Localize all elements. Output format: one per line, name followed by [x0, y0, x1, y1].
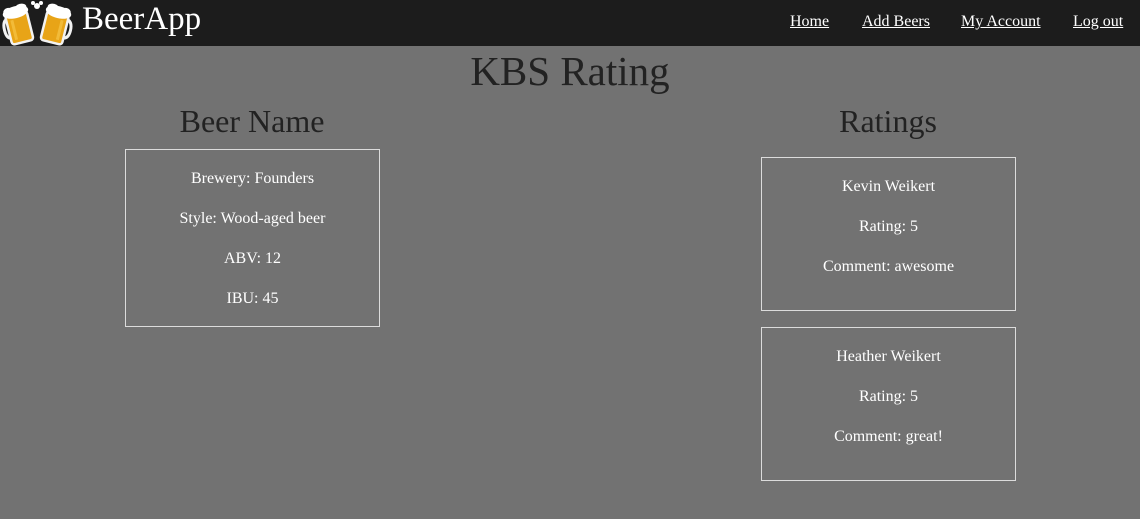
brand-name[interactable]: BeerApp: [82, 0, 201, 38]
beer-details-card: Brewery: Founders Style: Wood-aged beer …: [125, 149, 380, 327]
rating-card: Heather Weikert Rating: 5 Comment: great…: [761, 327, 1016, 481]
nav-link-add-beers[interactable]: Add Beers: [862, 13, 930, 31]
ibu-text: IBU: 45: [226, 290, 279, 307]
beer-name-heading: Beer Name: [179, 103, 325, 139]
rating-comment: Comment: awesome: [822, 258, 955, 275]
nav-link-home[interactable]: Home: [790, 13, 829, 31]
rating-score: Rating: 5: [858, 218, 919, 235]
nav-link-my-account[interactable]: My Account: [961, 13, 1041, 31]
rating-user: Heather Weikert: [836, 348, 941, 365]
ratings-heading: Ratings: [839, 103, 937, 139]
beer-mugs-icon[interactable]: [2, 0, 74, 46]
nav-link-log-out[interactable]: Log out: [1073, 13, 1123, 31]
abv-text: ABV: 12: [223, 250, 282, 267]
navbar: BeerApp Home Add Beers My Account Log ou…: [0, 0, 1140, 46]
rating-score: Rating: 5: [858, 388, 919, 405]
rating-user: Kevin Weikert: [841, 178, 936, 195]
rating-card: Kevin Weikert Rating: 5 Comment: awesome: [761, 157, 1016, 311]
page-title: KBS Rating: [470, 48, 670, 94]
style-text: Style: Wood-aged beer: [179, 210, 326, 227]
brewery-text: Brewery: Founders: [190, 170, 315, 187]
rating-comment: Comment: great!: [834, 428, 943, 445]
